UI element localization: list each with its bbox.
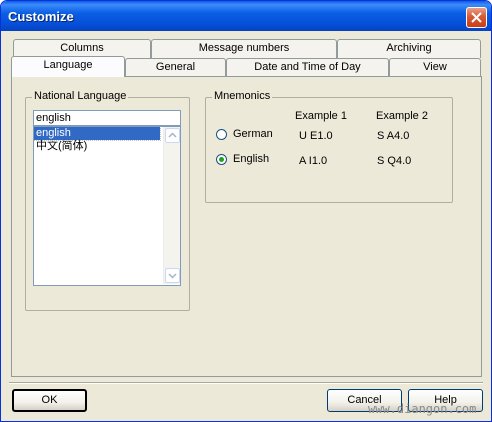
german-example1: U E1.0: [299, 130, 333, 142]
tab-label: Date and Time of Day: [254, 61, 361, 73]
mnemonics-label: Mnemonics: [212, 90, 273, 102]
national-language-group: National Language english english 中文(简体): [25, 90, 190, 311]
tab-general[interactable]: General: [125, 58, 226, 77]
customize-dialog: Customize Columns Message numbers Archiv…: [0, 0, 492, 422]
tab-message-numbers[interactable]: Message numbers: [151, 39, 337, 58]
tab-archiving[interactable]: Archiving: [337, 39, 481, 58]
radio-german-label[interactable]: German: [233, 128, 273, 140]
window-title: Customize: [8, 9, 74, 24]
close-button[interactable]: [466, 7, 487, 28]
english-example1: A I1.0: [299, 155, 328, 167]
tab-label: Columns: [60, 42, 104, 54]
example1-header: Example 1: [295, 110, 347, 122]
radio-english[interactable]: [216, 154, 227, 165]
footer-divider: [9, 382, 483, 384]
chevron-down-icon: [168, 273, 177, 279]
radio-english-label[interactable]: English: [233, 153, 269, 165]
radio-german[interactable]: [216, 129, 227, 140]
scroll-down-button[interactable]: [165, 268, 180, 283]
tab-language[interactable]: Language: [11, 56, 125, 77]
example2-header: Example 2: [376, 110, 428, 122]
scroll-up-button[interactable]: [165, 128, 180, 143]
national-language-value[interactable]: english: [33, 110, 181, 126]
national-language-label: National Language: [32, 90, 129, 102]
tab-label: View: [423, 61, 447, 73]
chevron-up-icon: [168, 132, 177, 138]
tab-label: Language: [43, 59, 93, 71]
ok-button[interactable]: OK: [12, 389, 87, 412]
watermark: www.diangon.com: [368, 402, 477, 416]
title-bar[interactable]: Customize: [1, 1, 491, 31]
tab-label: Message numbers: [198, 42, 290, 54]
national-language-list[interactable]: english 中文(简体): [33, 126, 181, 286]
tab-label: General: [155, 61, 196, 73]
list-item-chinese[interactable]: 中文(简体): [34, 140, 160, 153]
list-scrollbar[interactable]: [163, 127, 180, 284]
german-example2: S A4.0: [377, 130, 410, 142]
close-icon: [471, 12, 482, 23]
list-item-english[interactable]: english: [34, 127, 161, 141]
tab-date-and-time[interactable]: Date and Time of Day: [226, 58, 389, 77]
tab-panel-language: National Language english english 中文(简体): [11, 76, 482, 377]
mnemonics-group: Mnemonics Example 1 Example 2 German U E…: [205, 90, 453, 203]
tab-view[interactable]: View: [389, 58, 481, 77]
tab-label: Archiving: [386, 42, 432, 54]
english-example2: S Q4.0: [377, 155, 412, 167]
